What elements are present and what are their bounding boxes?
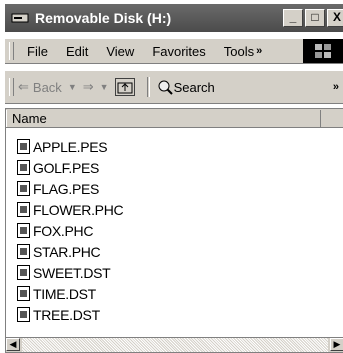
menu-edit[interactable]: Edit — [57, 44, 97, 59]
toolbar-grip[interactable] — [9, 78, 14, 96]
list-item[interactable]: STAR.PHC — [6, 241, 343, 262]
list-item[interactable]: FLOWER.PHC — [6, 199, 343, 220]
file-icon — [17, 265, 30, 280]
back-arrow-icon: ⇐ — [18, 79, 29, 94]
menu-favorites[interactable]: Favorites — [143, 44, 214, 59]
column-header-name[interactable]: Name — [6, 109, 321, 127]
list-item[interactable]: FLAG.PES — [6, 178, 343, 199]
horizontal-scrollbar[interactable]: ◀ ▶ — [6, 337, 343, 352]
window-title: Removable Disk (H:) — [35, 10, 172, 26]
forward-dropdown-icon[interactable]: ▼ — [100, 82, 109, 92]
list-item[interactable]: FOX.PHC — [6, 220, 343, 241]
column-header-row: Name — [6, 109, 343, 128]
menu-view[interactable]: View — [97, 44, 143, 59]
back-dropdown-icon[interactable]: ▼ — [68, 82, 77, 92]
file-name: APPLE.PES — [33, 138, 108, 155]
menu-tools[interactable]: Tools — [215, 44, 254, 59]
file-name: SWEET.DST — [33, 264, 111, 281]
file-name: FLAG.PES — [33, 180, 100, 197]
windows-logo-icon — [303, 39, 343, 63]
close-button[interactable]: X — [327, 9, 343, 27]
toolbar-overflow-chevron[interactable]: » — [333, 81, 339, 93]
scroll-track[interactable] — [22, 338, 328, 352]
file-list-pane: Name APPLE.PES GOLF.PES FLAG.PES FLOWER.… — [5, 108, 343, 353]
file-name: FOX.PHC — [33, 222, 94, 239]
back-button[interactable]: ⇐ Back ▼ — [18, 79, 77, 95]
window-controls: _ □ X — [283, 9, 343, 27]
standard-toolbar: ⇐ Back ▼ ⇒ ▼ Search » — [5, 70, 343, 104]
file-icon — [17, 307, 30, 322]
search-label: Search — [173, 79, 215, 95]
file-icon — [17, 286, 30, 301]
up-folder-button[interactable] — [114, 78, 135, 96]
maximize-button[interactable]: □ — [305, 9, 325, 27]
file-icon — [17, 181, 30, 196]
forward-arrow-icon: ⇒ — [82, 79, 94, 94]
file-icon — [17, 223, 30, 238]
back-label: Back — [32, 79, 62, 95]
list-item[interactable]: TIME.DST — [6, 283, 343, 304]
file-name: TREE.DST — [33, 306, 100, 323]
file-name: GOLF.PES — [33, 159, 100, 176]
file-name: STAR.PHC — [33, 243, 101, 260]
list-item[interactable]: SWEET.DST — [6, 262, 343, 283]
file-icon — [17, 139, 30, 154]
search-icon — [158, 80, 173, 95]
menu-overflow-chevron[interactable]: » — [256, 45, 262, 57]
file-icon — [17, 160, 30, 175]
scroll-left-button[interactable]: ◀ — [6, 338, 20, 351]
minimize-button[interactable]: _ — [283, 9, 303, 27]
up-folder-icon — [117, 82, 133, 94]
menu-file[interactable]: File — [18, 44, 57, 59]
file-name: TIME.DST — [33, 285, 96, 302]
file-icon — [17, 202, 30, 217]
search-button[interactable]: Search — [156, 78, 215, 96]
list-item[interactable]: APPLE.PES — [6, 136, 343, 157]
drive-icon — [11, 11, 29, 25]
menu-grip[interactable] — [9, 42, 14, 60]
title-bar[interactable]: Removable Disk (H:) _ □ X — [5, 4, 343, 32]
file-icon — [17, 244, 30, 259]
file-list: APPLE.PES GOLF.PES FLAG.PES FLOWER.PHC F… — [6, 128, 343, 325]
toolbar-separator — [146, 77, 150, 97]
menu-bar: File Edit View Favorites Tools » — [5, 38, 343, 64]
list-item[interactable]: TREE.DST — [6, 304, 343, 325]
file-name: FLOWER.PHC — [33, 201, 124, 218]
scroll-right-button[interactable]: ▶ — [330, 338, 343, 351]
list-item[interactable]: GOLF.PES — [6, 157, 343, 178]
forward-button[interactable]: ⇒ ▼ — [83, 79, 109, 95]
